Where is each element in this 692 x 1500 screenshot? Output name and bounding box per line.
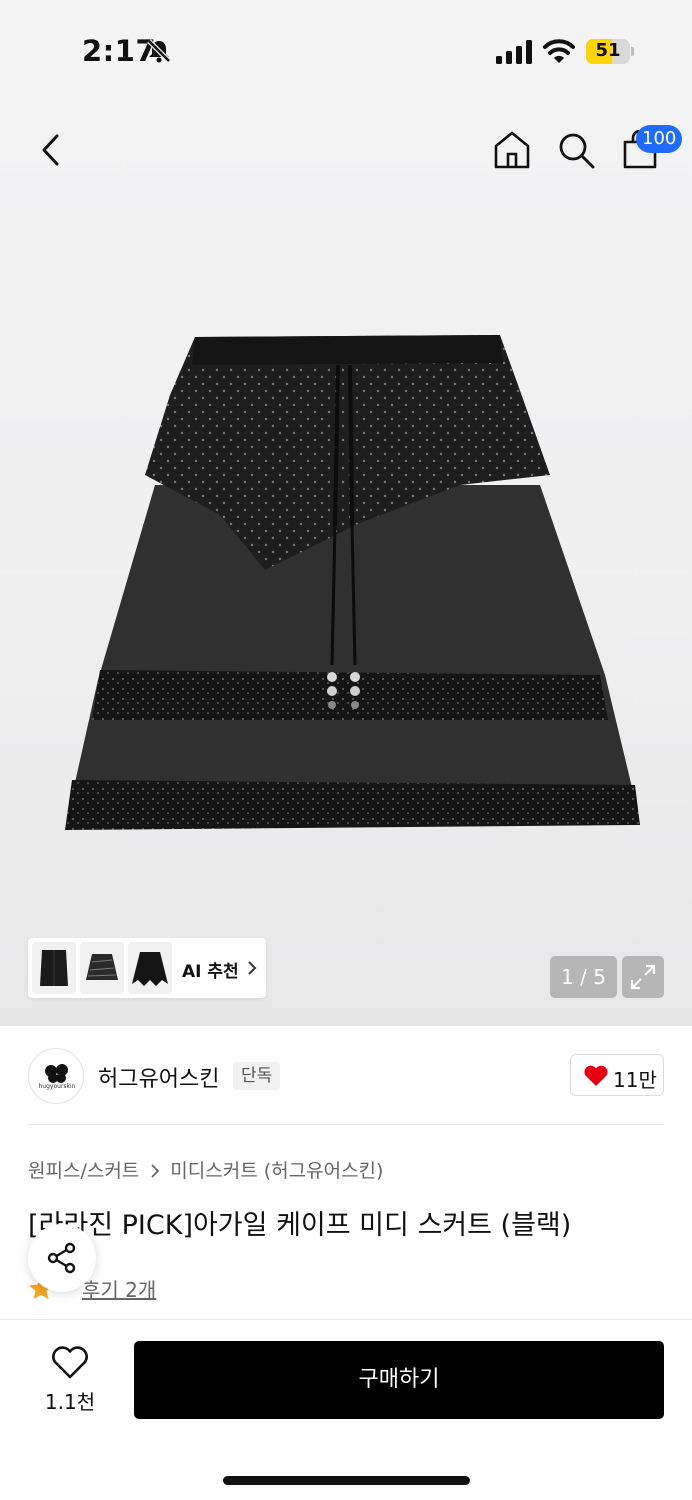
recommend-thumbnail[interactable] xyxy=(128,942,172,994)
image-page-counter: 1 / 5 xyxy=(550,956,617,998)
recommend-thumbnail[interactable] xyxy=(80,942,124,994)
brand-name[interactable]: 허그유어스킨 xyxy=(98,1061,219,1093)
divider xyxy=(28,1124,664,1125)
brand-logo[interactable]: hugyourskin xyxy=(28,1048,84,1104)
chevron-right-icon xyxy=(248,961,257,975)
brand-like-button[interactable]: 11만 xyxy=(570,1054,664,1096)
wishlist-count: 1.1천 xyxy=(44,1390,96,1414)
heart-filled-icon xyxy=(584,1065,608,1086)
home-icon[interactable] xyxy=(492,129,532,171)
buy-button[interactable]: 구매하기 xyxy=(134,1341,664,1419)
breadcrumb-category[interactable]: 원피스/스커트 xyxy=(28,1160,139,1182)
brand-like-count: 11만 xyxy=(613,1068,657,1092)
ai-recommend-label[interactable]: AI 추천 xyxy=(182,957,239,982)
cart-badge: 100 xyxy=(636,125,683,153)
recommend-thumbnail[interactable] xyxy=(32,942,76,994)
share-icon xyxy=(47,1242,76,1274)
back-icon[interactable] xyxy=(34,130,70,170)
status-bar: 2:17 51 xyxy=(0,0,692,100)
exclusive-badge: 단독 xyxy=(233,1062,281,1090)
bottom-bar-divider xyxy=(0,1319,692,1320)
breadcrumb: 원피스/스커트 미디스커트 (허그유어스킨) xyxy=(28,1156,383,1183)
search-icon[interactable] xyxy=(556,130,596,170)
battery-icon: 51 xyxy=(586,39,634,64)
share-button[interactable] xyxy=(28,1224,96,1292)
expand-button[interactable] xyxy=(622,956,664,998)
breadcrumb-subcategory[interactable]: 미디스커트 (허그유어스킨) xyxy=(170,1160,383,1182)
wifi-icon xyxy=(543,39,575,63)
heart-outline-icon xyxy=(52,1346,88,1379)
bell-slash-icon xyxy=(147,39,171,63)
product-title: [라라진 PICK]아가일 케이프 미디 스커트 (블랙) xyxy=(28,1210,572,1241)
expand-icon xyxy=(630,964,656,990)
chevron-right-icon xyxy=(151,1164,160,1178)
wishlist-button[interactable]: 1.1천 xyxy=(30,1344,110,1414)
review-count-link[interactable]: 후기 2개 xyxy=(82,1274,156,1303)
product-image-gallery[interactable]: 2:17 51 100 AI 추천 1 / 5 xyxy=(0,0,692,1026)
product-image-skirt xyxy=(60,325,650,845)
brand-logo-text: hugyourskin xyxy=(38,1083,76,1090)
ai-recommend-strip[interactable]: AI 추천 xyxy=(28,938,266,998)
home-indicator xyxy=(223,1476,470,1485)
cellular-signal-icon xyxy=(496,40,532,64)
battery-level: 51 xyxy=(595,40,621,61)
